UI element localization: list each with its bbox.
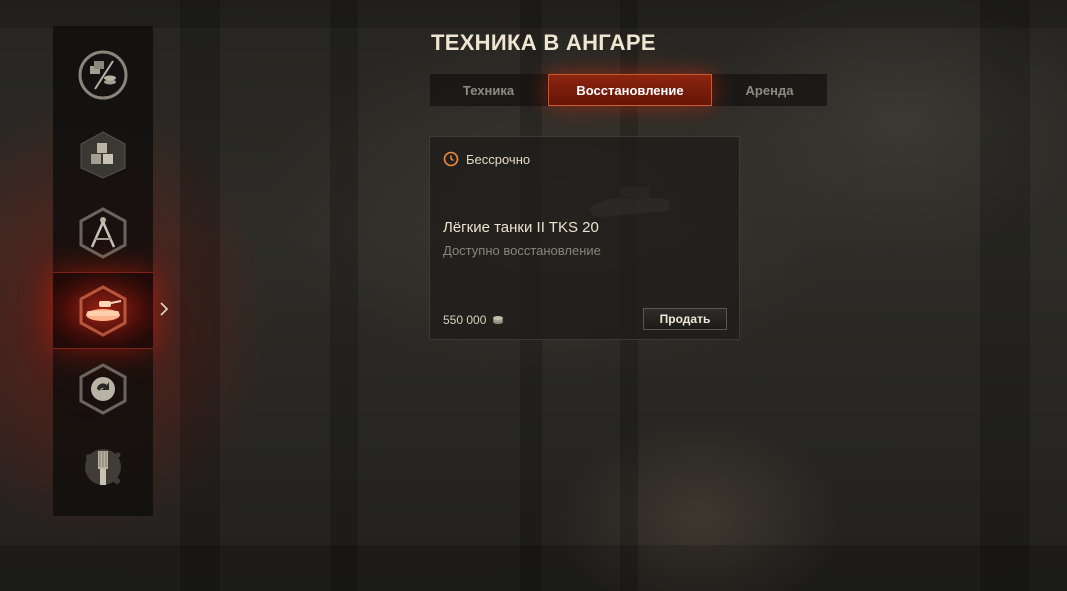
price-value: 550 000 — [443, 313, 487, 327]
sidebar-item-research[interactable] — [53, 194, 153, 271]
background-pillar — [180, 0, 220, 591]
sidebar-item-vehicles[interactable] — [53, 272, 153, 349]
sidebar-item-exchange[interactable] — [53, 36, 153, 113]
clock-icon — [443, 151, 459, 167]
tank-icon — [79, 284, 127, 337]
chevron-right-icon — [160, 302, 169, 316]
sidebar-item-boxes[interactable] — [53, 115, 153, 192]
paintbrush-icon — [85, 448, 121, 485]
hangar-background: ТЕХНИКА В АНГАРЕ Техника Восстановление … — [0, 0, 1067, 591]
tab-rental[interactable]: Аренда — [712, 74, 827, 106]
sidebar-item-recycle[interactable] — [53, 350, 153, 427]
background-pillar — [330, 0, 358, 591]
vehicle-name: Лёгкие танки II TKS 20 — [443, 219, 599, 236]
term-row: Бессрочно — [443, 151, 530, 167]
credits-icon — [493, 316, 504, 324]
tab-vehicles[interactable]: Техника — [430, 74, 548, 106]
exchange-icon — [78, 50, 128, 99]
background-beam — [0, 545, 1067, 591]
tab-bar: Техника Восстановление Аренда — [430, 74, 827, 106]
term-label: Бессрочно — [466, 151, 531, 167]
sell-button[interactable]: Продать — [643, 308, 727, 330]
price-row: 550 000 — [443, 313, 504, 327]
sidebar — [53, 26, 153, 516]
background-pillar — [980, 0, 1030, 591]
tab-restoration[interactable]: Восстановление — [548, 74, 712, 106]
vehicle-card[interactable]: Бессрочно Лёгкие танки II TKS 20 Доступн… — [429, 136, 740, 340]
drafting-compass-icon — [79, 206, 127, 259]
page-title: ТЕХНИКА В АНГАРЕ — [431, 30, 656, 55]
vehicle-status: Доступно восстановление — [443, 243, 601, 258]
boxes-icon — [80, 130, 126, 179]
sidebar-item-customization[interactable] — [53, 428, 153, 505]
recycle-icon — [79, 362, 127, 415]
background-beam — [0, 0, 1067, 28]
